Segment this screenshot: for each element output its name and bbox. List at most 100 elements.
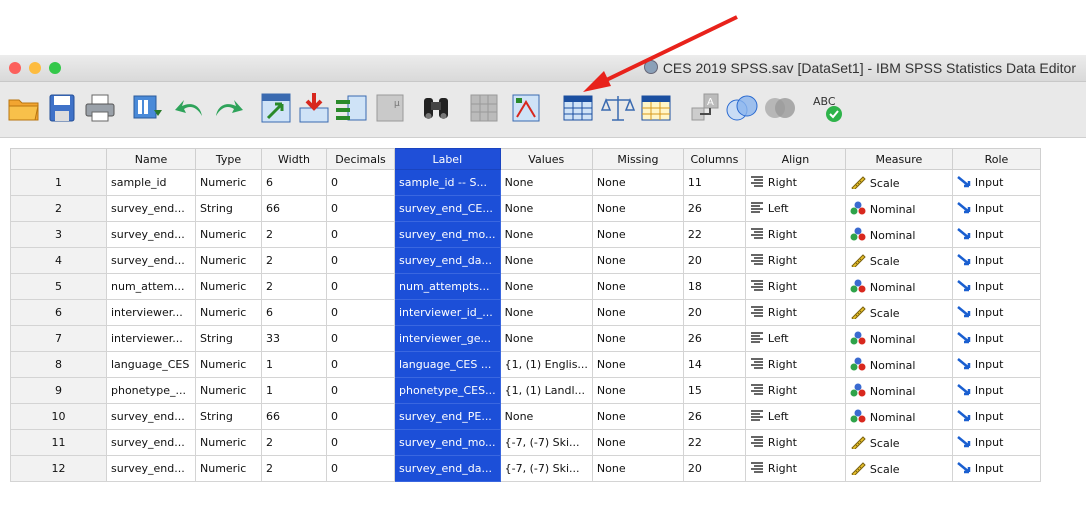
role-cell[interactable]: Input (951, 247, 1041, 274)
width-cell[interactable]: 2 (261, 429, 327, 456)
split-file-button[interactable] (560, 90, 596, 126)
missing-cell[interactable]: None (591, 351, 684, 378)
width-cell[interactable]: 1 (261, 377, 327, 404)
label-cell[interactable]: survey_end_CE... (394, 195, 501, 222)
missing-cell[interactable]: None (591, 221, 684, 248)
type-cell[interactable]: Numeric (195, 299, 262, 326)
zoom-window-button[interactable] (49, 62, 61, 74)
decimals-cell[interactable]: 0 (326, 273, 395, 300)
columns-cell[interactable]: 26 (682, 325, 746, 352)
width-cell[interactable]: 2 (261, 273, 327, 300)
align-cell[interactable]: Left (744, 195, 846, 222)
row-number[interactable]: 1 (10, 169, 107, 196)
columns-cell[interactable]: 20 (682, 455, 746, 482)
values-cell[interactable]: None (499, 325, 593, 352)
type-cell[interactable]: String (195, 195, 262, 222)
label-cell[interactable]: language_CES ... (394, 351, 501, 378)
measure-cell[interactable]: Scale (844, 247, 953, 274)
values-cell[interactable]: None (499, 247, 593, 274)
measure-cell[interactable]: Nominal (844, 403, 953, 430)
name-cell[interactable]: survey_end... (106, 221, 196, 248)
name-cell[interactable]: language_CES (106, 351, 196, 378)
values-cell[interactable]: {1, (1) Landl... (499, 377, 593, 404)
values-cell[interactable]: {1, (1) Englis... (499, 351, 593, 378)
column-header-values[interactable]: Values (499, 148, 593, 170)
row-number[interactable]: 3 (10, 221, 107, 248)
measure-cell[interactable]: Nominal (844, 351, 953, 378)
column-header-width[interactable]: Width (261, 148, 327, 170)
name-cell[interactable]: survey_end... (106, 455, 196, 482)
role-cell[interactable]: Input (951, 377, 1041, 404)
align-cell[interactable]: Right (744, 273, 846, 300)
align-cell[interactable]: Right (744, 169, 846, 196)
label-cell[interactable]: interviewer_ge... (394, 325, 501, 352)
insert-cases-button[interactable] (466, 90, 502, 126)
row-number[interactable]: 10 (10, 403, 107, 430)
columns-cell[interactable]: 26 (682, 195, 746, 222)
width-cell[interactable]: 6 (261, 169, 327, 196)
columns-cell[interactable]: 11 (682, 169, 746, 196)
insert-variable-button[interactable] (508, 90, 544, 126)
measure-cell[interactable]: Nominal (844, 325, 953, 352)
missing-cell[interactable]: None (591, 455, 684, 482)
name-cell[interactable]: survey_end... (106, 195, 196, 222)
missing-cell[interactable]: None (591, 273, 684, 300)
column-header-decimals[interactable]: Decimals (326, 148, 395, 170)
role-cell[interactable]: Input (951, 221, 1041, 248)
type-cell[interactable]: Numeric (195, 273, 262, 300)
label-cell[interactable]: survey_end_da... (394, 247, 501, 274)
width-cell[interactable]: 66 (261, 195, 327, 222)
decimals-cell[interactable]: 0 (326, 299, 395, 326)
role-cell[interactable]: Input (951, 299, 1041, 326)
type-cell[interactable]: Numeric (195, 221, 262, 248)
label-cell[interactable]: survey_end_da... (394, 455, 501, 482)
role-cell[interactable]: Input (951, 403, 1041, 430)
type-cell[interactable]: Numeric (195, 429, 262, 456)
missing-cell[interactable]: None (591, 169, 684, 196)
missing-cell[interactable]: None (591, 195, 684, 222)
missing-cell[interactable]: None (591, 429, 684, 456)
type-cell[interactable]: String (195, 403, 262, 430)
label-cell[interactable]: phonetype_CES... (394, 377, 501, 404)
column-header-measure[interactable]: Measure (844, 148, 953, 170)
type-cell[interactable]: Numeric (195, 247, 262, 274)
missing-cell[interactable]: None (591, 299, 684, 326)
columns-cell[interactable]: 18 (682, 273, 746, 300)
row-number[interactable]: 11 (10, 429, 107, 456)
align-cell[interactable]: Right (744, 455, 846, 482)
name-cell[interactable]: sample_id (106, 169, 196, 196)
column-header-name[interactable]: Name (106, 148, 196, 170)
type-cell[interactable]: Numeric (195, 377, 262, 404)
row-number[interactable]: 12 (10, 455, 107, 482)
decimals-cell[interactable]: 0 (326, 429, 395, 456)
decimals-cell[interactable]: 0 (326, 221, 395, 248)
row-header-corner[interactable] (10, 148, 107, 170)
columns-cell[interactable]: 20 (682, 299, 746, 326)
undo-button[interactable] (172, 90, 208, 126)
save-button[interactable] (44, 90, 80, 126)
row-number[interactable]: 5 (10, 273, 107, 300)
values-cell[interactable]: None (499, 273, 593, 300)
select-cases-button[interactable] (638, 90, 674, 126)
type-cell[interactable]: Numeric (195, 455, 262, 482)
go-to-case-button[interactable] (258, 90, 294, 126)
columns-cell[interactable]: 15 (682, 377, 746, 404)
find-button[interactable] (418, 90, 454, 126)
values-cell[interactable]: None (499, 221, 593, 248)
decimals-cell[interactable]: 0 (326, 403, 395, 430)
variables-button[interactable] (334, 90, 370, 126)
use-variable-sets-button[interactable] (724, 90, 760, 126)
values-cell[interactable]: None (499, 169, 593, 196)
run-descriptives-button[interactable]: μ (372, 90, 408, 126)
row-number[interactable]: 6 (10, 299, 107, 326)
missing-cell[interactable]: None (591, 403, 684, 430)
width-cell[interactable]: 2 (261, 247, 327, 274)
align-cell[interactable]: Right (744, 377, 846, 404)
decimals-cell[interactable]: 0 (326, 247, 395, 274)
role-cell[interactable]: Input (951, 195, 1041, 222)
measure-cell[interactable]: Scale (844, 429, 953, 456)
decimals-cell[interactable]: 0 (326, 195, 395, 222)
width-cell[interactable]: 2 (261, 221, 327, 248)
name-cell[interactable]: interviewer... (106, 325, 196, 352)
width-cell[interactable]: 1 (261, 351, 327, 378)
